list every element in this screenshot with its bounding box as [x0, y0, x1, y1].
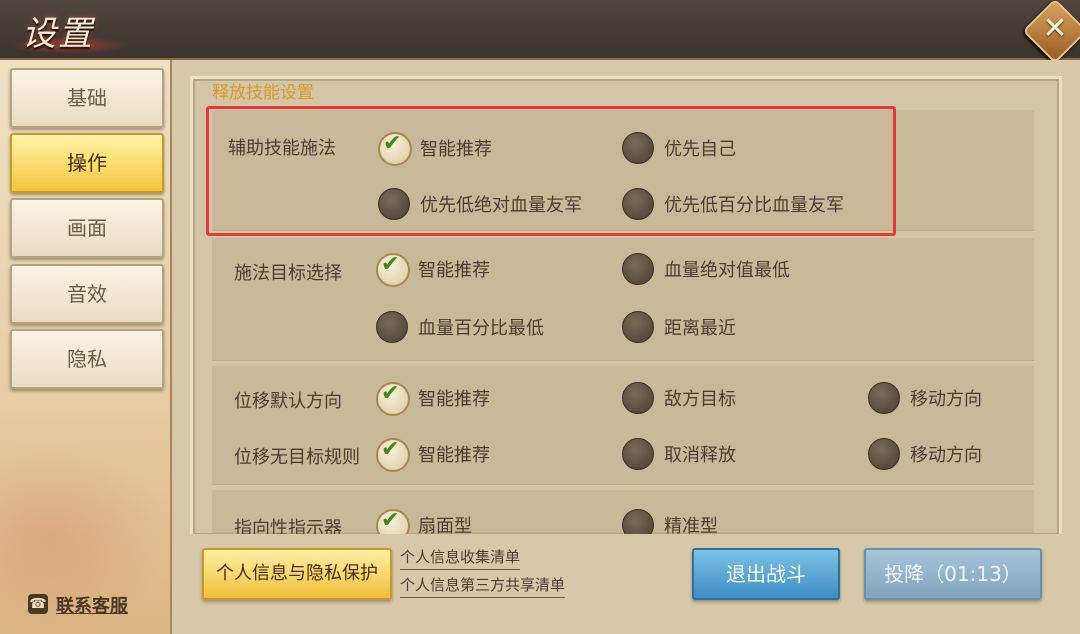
check-icon: ✔: [381, 437, 400, 462]
tab-privacy[interactable]: 隐私: [10, 329, 164, 389]
row-group-target-select: [212, 238, 1034, 361]
option-label: 智能推荐: [418, 445, 490, 466]
radio[interactable]: [622, 253, 654, 285]
phone-icon: ☎: [28, 594, 48, 614]
option-label: 距离最近: [664, 318, 736, 339]
option-label: 移动方向: [910, 445, 982, 466]
option-label: 智能推荐: [418, 260, 490, 281]
option-label: 血量百分比最低: [418, 318, 544, 339]
option-label: 智能推荐: [418, 389, 490, 410]
radio[interactable]: [622, 438, 654, 470]
tab-display[interactable]: 画面: [10, 198, 164, 258]
contact-support-label: 联系客服: [56, 596, 128, 617]
option-label: 取消释放: [664, 445, 736, 466]
radio[interactable]: [622, 311, 654, 343]
settings-window: 设置 ✕ 基础 操作 画面 音效 隐私 ☎ 联系客服 释放技能设置 辅助技能施法…: [0, 0, 1080, 634]
exit-battle-button[interactable]: 退出战斗: [692, 548, 840, 600]
radio[interactable]: [376, 311, 408, 343]
radio[interactable]: [622, 382, 654, 414]
tab-basic[interactable]: 基础: [10, 68, 164, 128]
surrender-button[interactable]: 投降（01:13）: [864, 548, 1042, 600]
option-label: 血量绝对值最低: [664, 260, 790, 281]
third-party-sharing-link[interactable]: 个人信息第三方共享清单: [400, 574, 566, 598]
window-title: 设置: [22, 14, 94, 54]
tab-controls[interactable]: 操作: [10, 133, 164, 193]
check-icon: ✔: [381, 252, 400, 277]
section-title: 释放技能设置: [212, 83, 314, 103]
tab-audio[interactable]: 音效: [10, 264, 164, 324]
close-icon[interactable]: ✕: [1032, 6, 1078, 52]
radio[interactable]: [868, 438, 900, 470]
row-label-target-select: 施法目标选择: [234, 263, 342, 284]
radio[interactable]: [868, 382, 900, 414]
option-label: 敌方目标: [664, 389, 736, 410]
check-icon: ✔: [381, 508, 400, 533]
row-label-movement-direction: 位移默认方向: [234, 391, 342, 412]
option-label: 移动方向: [910, 389, 982, 410]
privacy-protection-button[interactable]: 个人信息与隐私保护: [202, 548, 392, 600]
highlight-box: [206, 106, 896, 236]
row-label-no-target-rule: 位移无目标规则: [234, 447, 360, 468]
contact-support-link[interactable]: ☎ 联系客服: [28, 592, 128, 618]
check-icon: ✔: [381, 381, 400, 406]
personal-info-collection-link[interactable]: 个人信息收集清单: [400, 546, 521, 570]
title-bar: 设置: [0, 0, 1080, 60]
